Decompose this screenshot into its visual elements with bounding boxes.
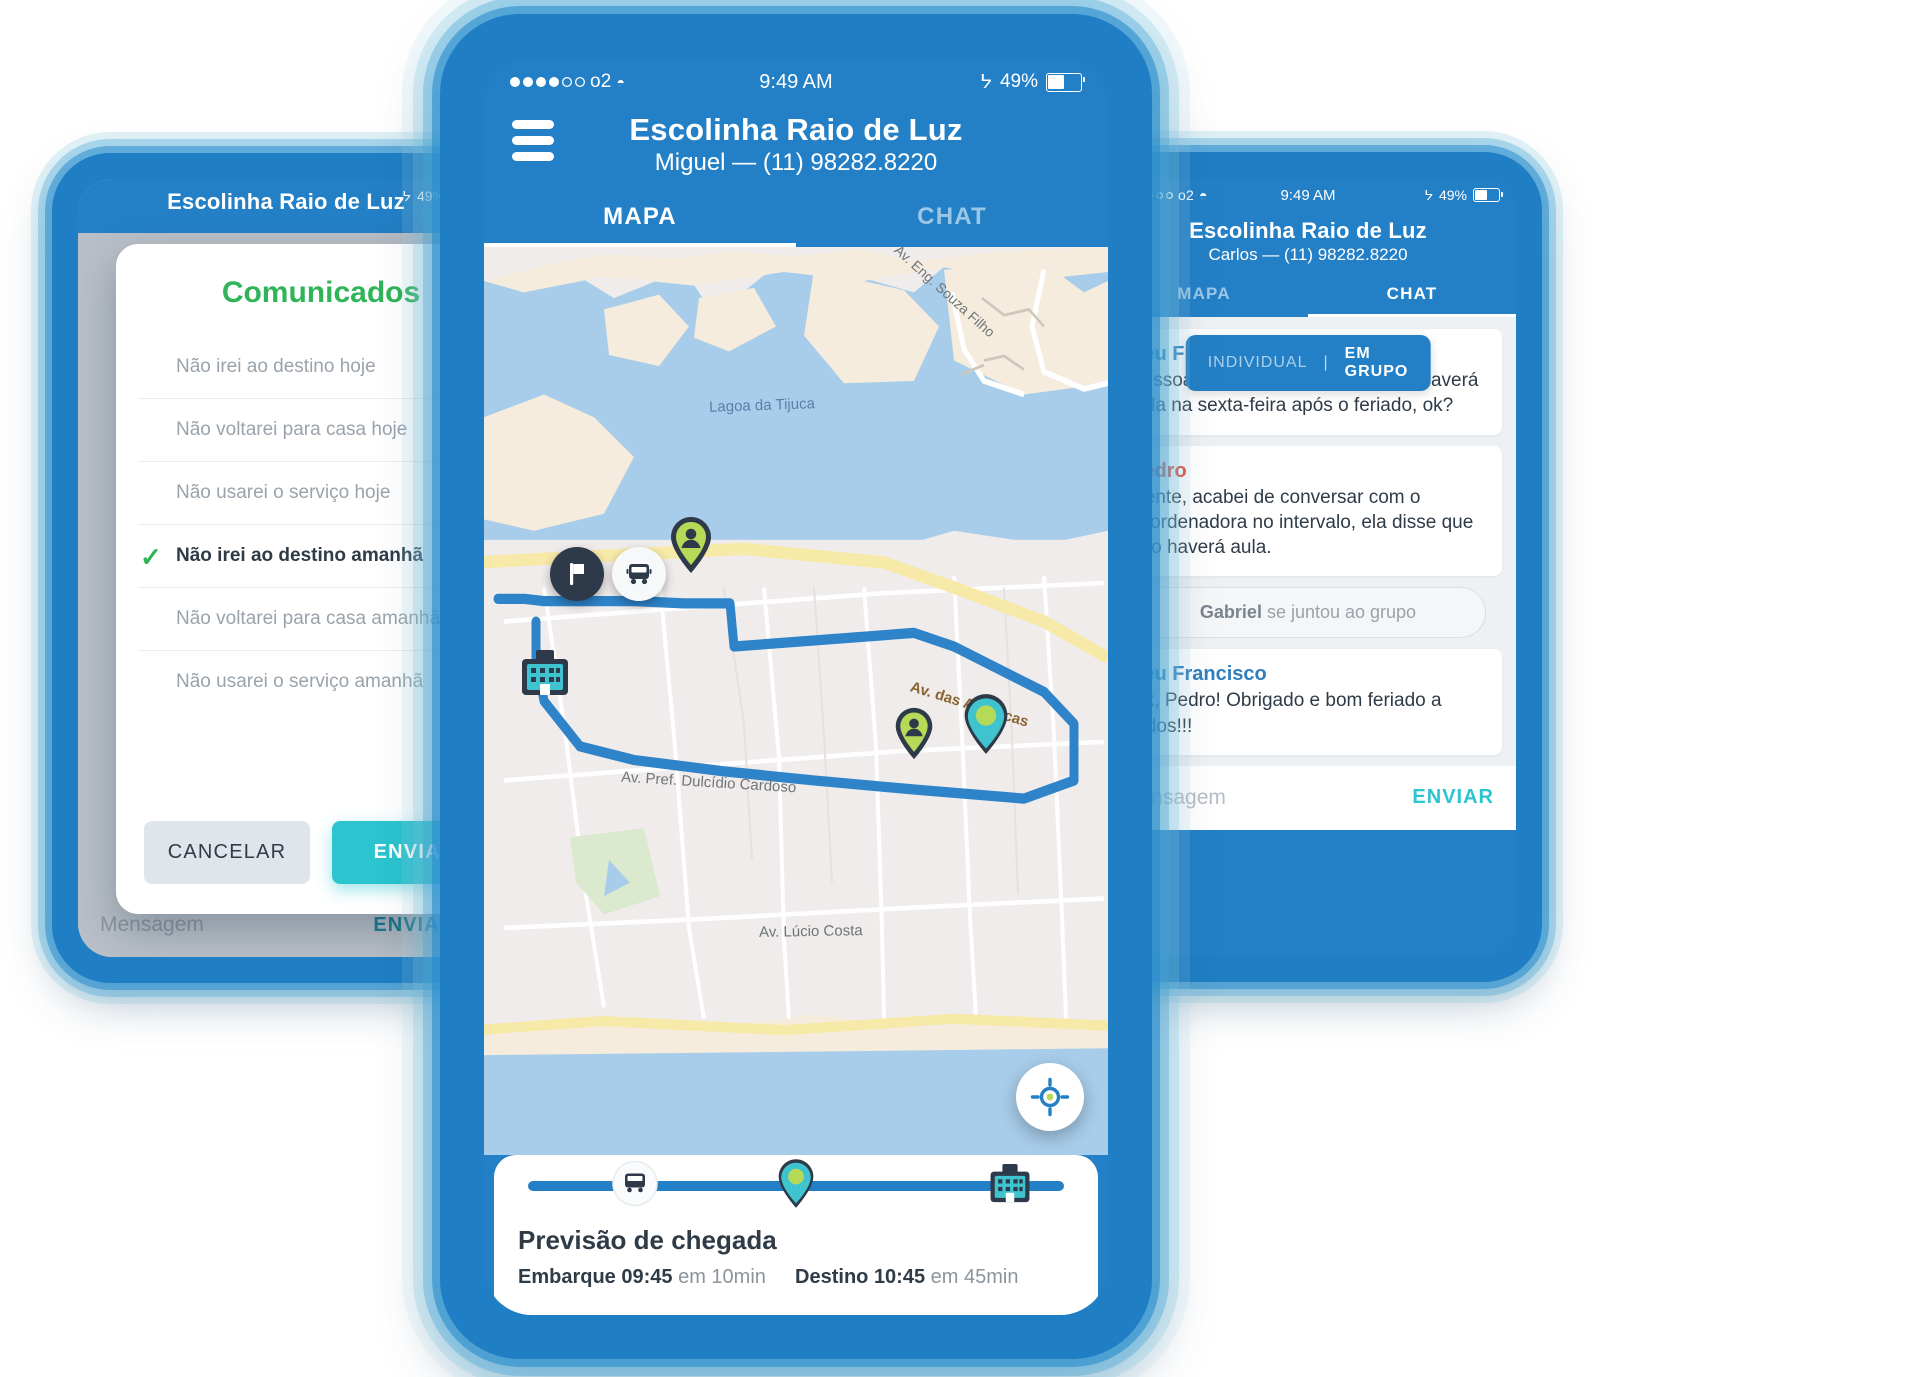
battery-icon [1473,188,1503,202]
destination-label: Destino [795,1266,869,1288]
send-button[interactable]: ENVIAR [1412,786,1494,809]
message-text: Gente, acabei de conversar com o coorden… [1130,486,1474,559]
center-phone-screen: o2 ◓ 9:49 AM ᔭ 49% Escolinha Raio de Luz… [484,58,1108,1315]
battery-icon [1046,72,1085,92]
segment-divider: | [1323,354,1329,371]
chat-message: Seu Francisco Ok, Pedro! Obrigado e bom … [1114,649,1502,755]
bluetooth-icon: ᔭ [402,187,411,204]
battery-percent-label: 49% [1438,187,1467,203]
option-label: Não voltarei para casa hoje [176,419,408,440]
bluetooth-icon: ᔭ [980,71,992,93]
signal-dots-icon [510,77,585,87]
system-notice-text: se juntou ao grupo [1261,602,1417,623]
option-label: Não voltarei para casa amanhã [176,608,441,629]
right-tabs: MAPA CHAT [1100,275,1516,317]
center-phone-frame: o2 ◓ 9:49 AM ᔭ 49% Escolinha Raio de Luz… [440,14,1152,1359]
map-label-lagoa: Lagoa da Tijuca [708,394,815,416]
tab-chat[interactable]: CHAT [1308,275,1516,317]
boarding-time: 09:45 [621,1266,673,1288]
person-pin-icon[interactable] [893,706,935,766]
bluetooth-icon: ᔭ [1424,186,1433,203]
person-pin-icon[interactable] [668,515,714,580]
eta-title: Previsão de chegada [518,1225,777,1255]
map-label-av-lucio-costa: Av. Lúcio Costa [758,922,863,942]
center-app-header: Escolinha Raio de Luz Miguel — (11) 9828… [484,106,1108,247]
bus-marker-icon[interactable] [611,546,666,601]
segment-individual[interactable]: INDIVIDUAL [1208,354,1308,372]
right-phone-screen: o2 ◓ 9:49 AM ᔭ 49% Escolinha Raio de Luz… [1100,178,1516,956]
option-label: Não usarei o serviço hoje [176,482,391,503]
eta-panel: Previsão de chegada Embarque 09:45 em 10… [494,1155,1098,1315]
status-right: ᔭ 49% [1424,186,1503,204]
tab-mapa[interactable]: MAPA [484,193,796,247]
eta-details: Embarque 09:45 em 10min Destino 10:45 em… [518,1266,1074,1289]
destination-pin-icon[interactable] [961,692,1011,761]
right-status-bar: o2 ◓ 9:49 AM ᔭ 49% [1100,178,1516,212]
status-left: o2 ◓ [510,71,625,93]
battery-percent-label: 49% [999,71,1038,92]
center-tabs: MAPA CHAT [484,193,1108,247]
carrier-label: o2 [590,71,612,92]
map-view[interactable]: Lagoa da Tijuca Av. Eng. Souza Filho Av.… [484,247,1108,1155]
modal-title: Comunicados [221,276,421,309]
trip-progress-bar[interactable] [528,1159,1064,1208]
page-subtitle: Miguel — (11) 98282.8220 [654,149,938,176]
chat-message: Pedro Gente, acabei de conversar com o c… [1114,445,1502,577]
comunicados-modal: Comunicados Não irei ao destino hoje Não… [116,244,494,914]
left-message-input[interactable]: Mensagem [100,913,204,937]
boarding-eta: em 10min [678,1266,766,1288]
cancel-button[interactable]: CANCELAR [144,821,310,884]
destination-eta: em 45min [930,1266,1019,1288]
comunicados-option-list: Não irei ao destino hoje Não voltarei pa… [116,336,494,803]
message-author: Pedro [1130,459,1187,482]
message-text: Ok, Pedro! Obrigado e bom feriado a todo… [1130,690,1442,737]
page-subtitle: Carlos — (11) 98282.8220 [1208,245,1408,264]
wifi-icon: ◓ [616,74,626,90]
pin-icon [776,1158,816,1215]
chat-system-notice: Gabriel se juntou ao grupo [1130,587,1486,639]
check-icon: ✓ [140,542,162,572]
school-building-icon[interactable] [518,647,572,704]
center-status-bar: o2 ◓ 9:49 AM ᔭ 49% [484,58,1108,106]
hamburger-menu-icon[interactable] [512,120,554,161]
chat-scope-segmented-control: INDIVIDUAL | EM GRUPO [1185,335,1431,391]
left-phone-screen: o2 ◓ 9:49 AM ᔭ 49% Escolinha Raio de Luz… [78,179,494,957]
right-message-bar: Mensagem ENVIAR [1100,765,1516,830]
flag-marker-icon[interactable] [549,546,604,601]
school-icon [987,1162,1033,1211]
wifi-icon: ◓ [1198,187,1208,203]
boarding-label: Embarque [518,1266,616,1288]
option-label: Não irei ao destino amanhã [176,545,424,566]
page-title: Escolinha Raio de Luz [1189,218,1427,243]
chat-panel: INDIVIDUAL | EM GRUPO Seu Francisco Pess… [1100,317,1516,830]
tab-chat[interactable]: CHAT [796,193,1108,247]
page-title: Escolinha Raio de Luz [629,112,963,147]
app-showcase: o2 ◓ 9:49 AM ᔭ 49% Escolinha Raio de Luz… [0,0,1920,1377]
message-author: Seu Francisco [1130,663,1267,686]
modal-actions: CANCELAR ENVIAR [116,803,494,914]
map-canvas [484,247,1108,1155]
system-notice-name: Gabriel [1199,602,1262,623]
crosshair-icon[interactable] [1016,1063,1084,1131]
destination-time: 10:45 [873,1266,926,1288]
option-label: Não usarei o serviço amanhã [176,671,424,692]
option-label: Não irei ao destino hoje [176,356,376,377]
right-app-header: Escolinha Raio de Luz Carlos — (11) 9828… [1100,212,1516,317]
status-right: ᔭ 49% [980,71,1085,94]
bus-icon [612,1160,658,1212]
segment-em-grupo[interactable]: EM GRUPO [1345,345,1409,381]
carrier-label: o2 [1178,187,1194,203]
